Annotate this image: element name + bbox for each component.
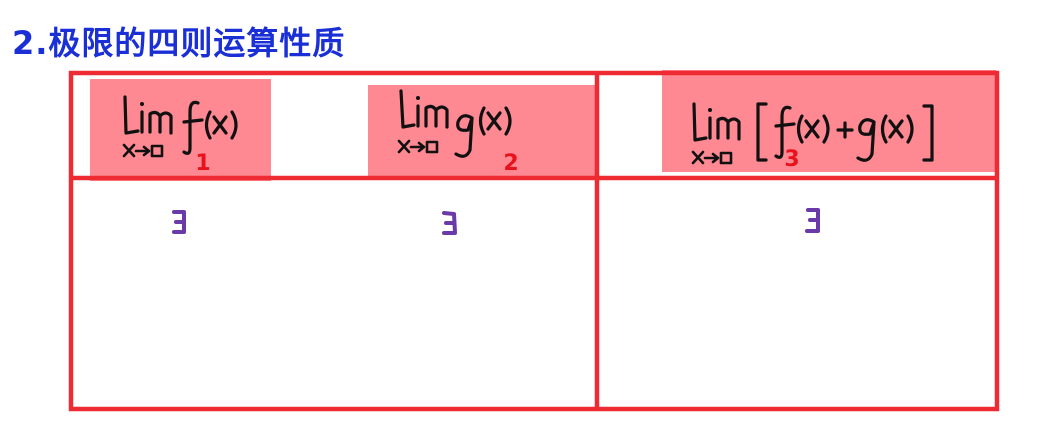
- cell-2-exists-symbol: [442, 211, 457, 235]
- marker-1: 1: [195, 151, 210, 176]
- marker-2: 2: [503, 151, 518, 176]
- highlight-box-1: [90, 79, 271, 181]
- marker-3: 3: [784, 147, 799, 172]
- limits-table: 1 2 3: [68, 70, 1000, 412]
- cell-3-exists-symbol: [805, 208, 820, 233]
- cell-1-exists-symbol: [172, 210, 186, 234]
